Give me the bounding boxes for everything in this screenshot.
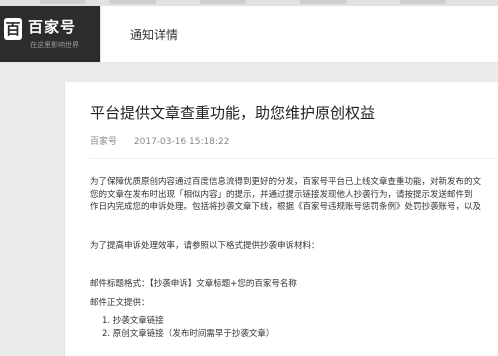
logo-slogan: 在这里影响世界: [30, 41, 79, 49]
article-author: 百家号: [90, 137, 118, 147]
bookmark-tab[interactable]: [110, 0, 156, 4]
logo-brand-name: 百家号: [28, 18, 77, 36]
bookmark-tab[interactable]: [300, 0, 346, 4]
article-title: 平台提供文章查重功能，助您维护原创权益: [90, 104, 376, 122]
body-line: 为了提高申诉处理效率，请参照以下格式提供抄袭申诉材料：: [90, 240, 320, 251]
body-line: 您的文章在发布时出现「相似内容」的提示，并通过提示链接发现他人抄袭行为，请按提示…: [90, 189, 473, 200]
email-subject-format: 邮件标题格式：【抄袭申诉】文章标题+您的百家号名称: [90, 279, 297, 289]
article-timestamp: 2017-03-16 15:18:22: [133, 137, 230, 147]
page-heading: 通知详情: [130, 28, 179, 42]
body-line: 为了保障优质原创内容通过百度信息流得到更好的分发，百家号平台已上线文章查重功能，…: [90, 177, 482, 187]
top-header: 百 百家号 在这里影响世界 通知详情: [0, 6, 498, 63]
bookmark-tab[interactable]: [40, 0, 86, 4]
email-body-label: 邮件正文提供：: [90, 297, 150, 308]
notice-card: 平台提供文章查重功能，助您维护原创权益 百家号 2017-03-16 15:18…: [64, 82, 498, 356]
meta-divider: [90, 158, 498, 159]
article-body: 为了保障优质原创内容通过百度信息流得到更好的分发，百家号平台已上线文章查重功能，…: [90, 176, 498, 340]
bookmark-tab[interactable]: [400, 0, 446, 4]
list-item: 1. 抄袭文章链接: [102, 316, 164, 326]
body-line: 作日内完成您的申诉处理。包括将抄袭文章下线，根据《百家号违规账号惩罚条例》处罚抄…: [90, 202, 482, 212]
bookmark-tab[interactable]: [200, 0, 246, 4]
list-item: 2. 原创文章链接（发布时间需早于抄袭文章）: [102, 328, 275, 339]
header-divider: [100, 6, 101, 62]
baijiahao-logo[interactable]: 百 百家号 在这里影响世界: [0, 6, 100, 62]
article-meta: 百家号 2017-03-16 15:18:22: [90, 134, 229, 147]
logo-mark-icon: 百: [4, 18, 22, 40]
